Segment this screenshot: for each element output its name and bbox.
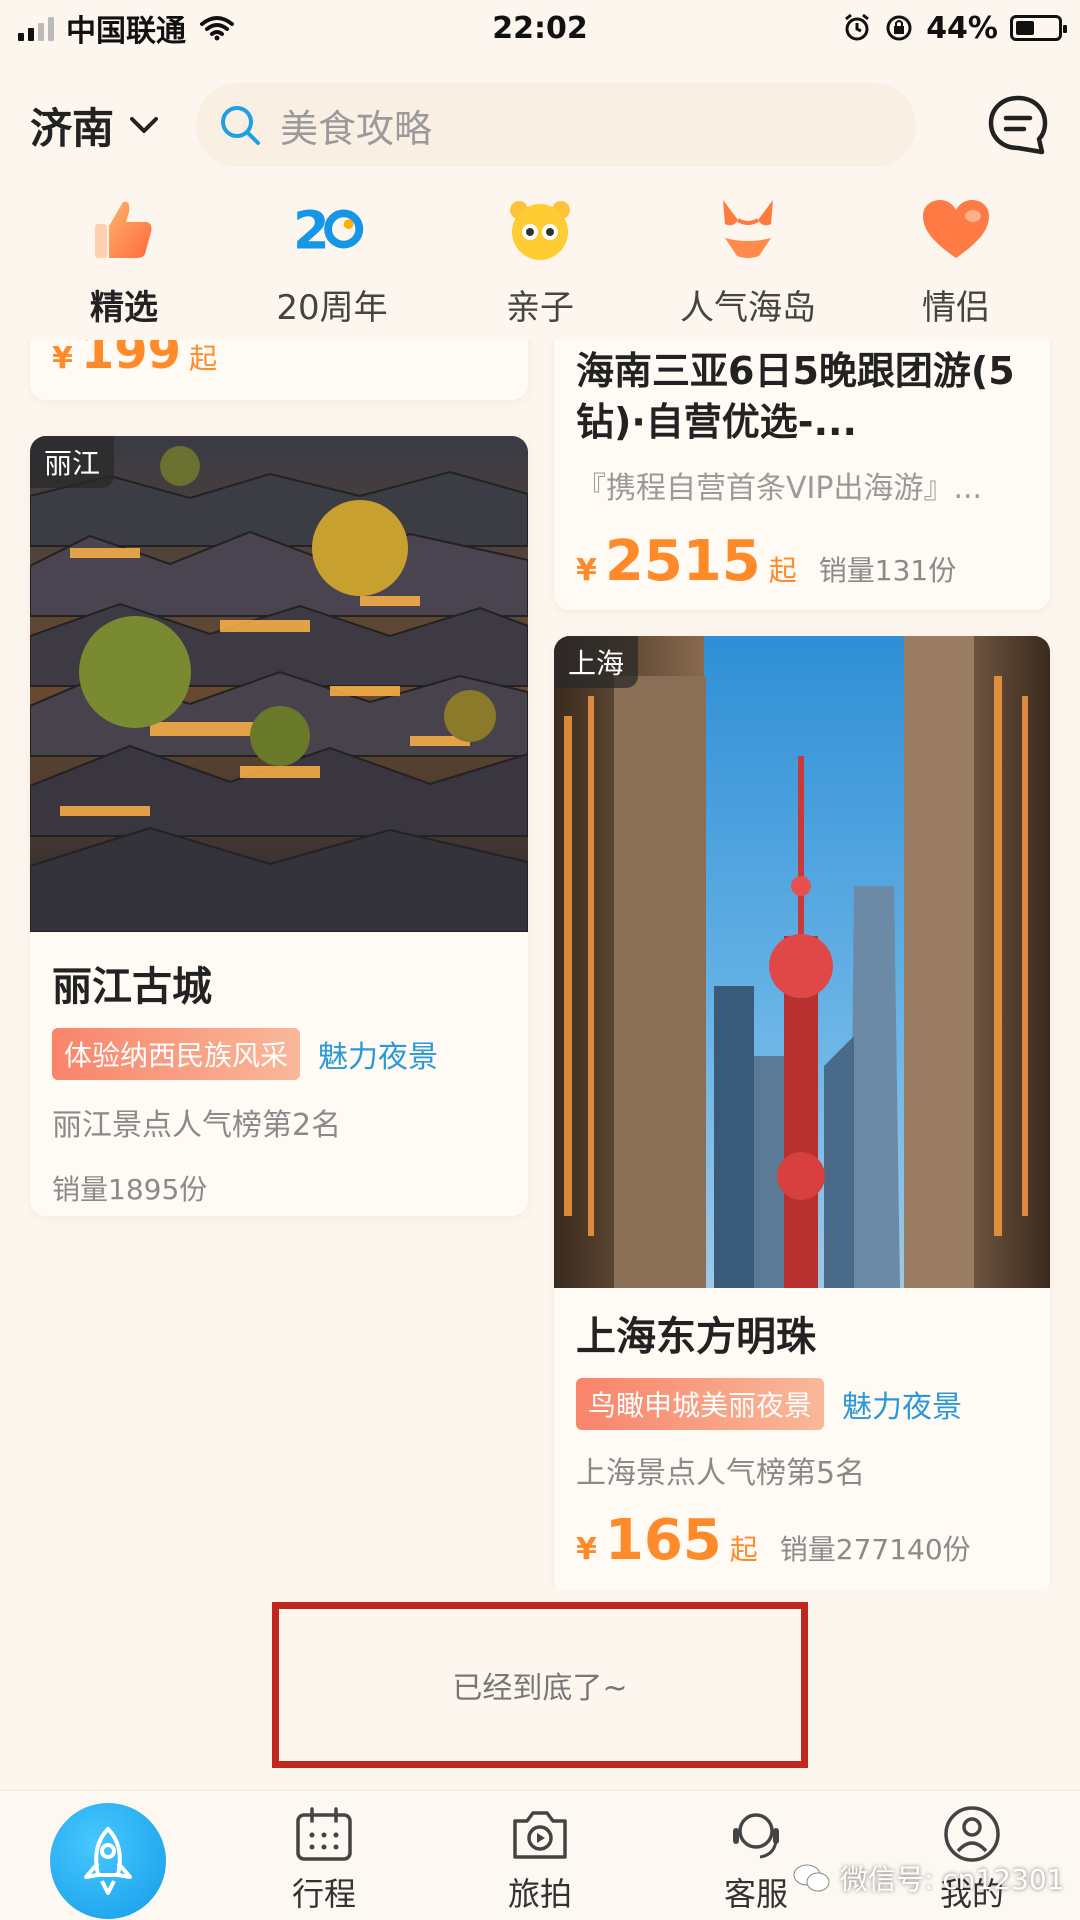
product-title: 海南三亚6日5晚跟团游(5钻)·自营优选-... xyxy=(576,349,1015,445)
price-currency: ¥ xyxy=(576,1532,597,1567)
product-card-partial[interactable]: ¥ 199 起 xyxy=(30,340,528,400)
tab-itinerary[interactable]: 行程 xyxy=(264,1805,384,1915)
category-label: 20周年 xyxy=(276,288,388,328)
category-item-family[interactable]: 亲子 xyxy=(445,190,635,340)
signal-strength-icon xyxy=(18,15,54,41)
price-currency: ¥ xyxy=(52,341,73,376)
end-of-list-highlight: 已经到底了~ xyxy=(272,1602,808,1768)
category-label: 情侣 xyxy=(922,288,990,328)
product-title: 上海东方明珠 xyxy=(576,1314,816,1360)
feature-tag-secondary: 魅力夜景 xyxy=(842,1390,963,1425)
wechat-icon xyxy=(793,1864,830,1892)
city-tag: 上海 xyxy=(554,636,639,688)
tab-label: 旅拍 xyxy=(507,1875,572,1913)
rotation-lock-icon xyxy=(886,15,912,41)
tab-travel-photo[interactable]: 旅拍 xyxy=(480,1805,600,1915)
search-icon xyxy=(221,106,261,145)
category-item-featured[interactable]: 精选 xyxy=(29,190,219,340)
feature-tag-secondary: 魅力夜景 xyxy=(318,1040,439,1075)
alarm-clock-icon xyxy=(845,13,870,41)
product-card-shanghai[interactable]: 上海 上海东方明珠 鸟瞰申城美丽夜景 魅力夜景 上海景点人气榜第5名 ¥ 165… xyxy=(554,636,1050,1590)
feature-tag: 鸟瞰申城美丽夜景 xyxy=(576,1378,825,1430)
product-description: 『携程自营首条VIP出海游』... xyxy=(576,470,983,506)
tab-label: 行程 xyxy=(291,1875,356,1913)
anniversary-20-icon: 2 xyxy=(293,190,371,268)
price-value: 2515 xyxy=(604,528,761,594)
product-card-lijiang[interactable]: 丽江 丽江古城 体验纳西民族风采 魅力夜景 丽江景点人气榜第2名 销量1895份 xyxy=(30,436,528,1216)
thumbs-up-icon xyxy=(85,190,163,268)
city-name: 济南 xyxy=(30,103,115,153)
ranking-text: 上海景点人气榜第5名 xyxy=(576,1456,866,1491)
search-input[interactable]: 美食攻略 xyxy=(196,83,917,167)
chevron-down-icon xyxy=(130,117,159,133)
status-bar: 中国联通 22:02 44% xyxy=(0,0,1080,56)
battery-percent: 44% xyxy=(926,10,998,46)
user-icon xyxy=(944,1806,1000,1862)
sales-count: 销量277140份 xyxy=(779,1533,971,1566)
sales-count: 销量1895份 xyxy=(52,1173,208,1206)
svg-text:2: 2 xyxy=(293,201,330,260)
city-tag: 丽江 xyxy=(30,436,115,488)
price-suffix: 起 xyxy=(729,1533,758,1566)
product-title: 丽江古城 xyxy=(52,964,212,1010)
lijiang-old-town-photo: 丽江 xyxy=(30,436,528,932)
tab-home[interactable] xyxy=(50,1803,166,1919)
battery-icon xyxy=(1010,15,1067,41)
price-value: 199 xyxy=(80,340,182,380)
price-currency: ¥ xyxy=(576,552,597,588)
headset-icon xyxy=(733,1813,779,1859)
message-button[interactable] xyxy=(986,93,1050,157)
heart-icon xyxy=(917,190,995,268)
bikini-icon xyxy=(709,190,787,268)
search-placeholder: 美食攻略 xyxy=(280,106,433,151)
category-label: 精选 xyxy=(90,288,158,328)
calendar-icon xyxy=(296,1807,352,1861)
camera-icon xyxy=(513,1811,567,1859)
oriental-pearl-tower-photo: 上海 xyxy=(554,636,1050,1288)
watermark-text: 微信号: cn12301 xyxy=(840,1863,1065,1896)
category-item-island[interactable]: 人气海岛 xyxy=(653,190,843,340)
rocket-icon xyxy=(84,1827,132,1895)
product-card-hainan[interactable]: 海南三亚6日5晚跟团游(5钻)·自营优选-... 『携程自营首条VIP出海游』.… xyxy=(554,340,1050,610)
panda-face-icon xyxy=(501,190,579,268)
price-suffix: 起 xyxy=(189,342,218,375)
bottom-tab-bar: 行程 旅拍 客服 我的 xyxy=(0,1790,1080,1920)
category-item-20th-anniversary[interactable]: 2 20周年 xyxy=(237,190,427,340)
category-label: 亲子 xyxy=(506,288,574,328)
price-suffix: 起 xyxy=(768,553,797,587)
category-nav: 精选 2 20周年 亲子 人气海岛 情侣 xyxy=(0,190,1080,340)
category-label: 人气海岛 xyxy=(680,288,816,328)
end-of-list-text: 已经到底了~ xyxy=(452,1671,628,1706)
product-feed: ¥ 199 起 海南三亚6日5晚跟团游(5钻)·自营优选-... 『携程自营首条… xyxy=(0,340,1080,1590)
tab-label: 客服 xyxy=(723,1875,788,1913)
carrier-name: 中国联通 xyxy=(66,14,186,49)
ranking-text: 丽江景点人气榜第2名 xyxy=(52,1108,342,1143)
feature-tag: 体验纳西民族风采 xyxy=(52,1028,301,1080)
city-selector[interactable]: 济南 xyxy=(30,95,162,156)
price-value: 165 xyxy=(604,1508,722,1573)
wifi-icon xyxy=(200,16,234,41)
category-item-couples[interactable]: 情侣 xyxy=(861,190,1051,340)
wechat-watermark: 微信号: cn12301 xyxy=(792,1858,1065,1898)
header: 济南 美食攻略 xyxy=(0,70,1080,180)
sales-count: 销量131份 xyxy=(818,553,957,587)
